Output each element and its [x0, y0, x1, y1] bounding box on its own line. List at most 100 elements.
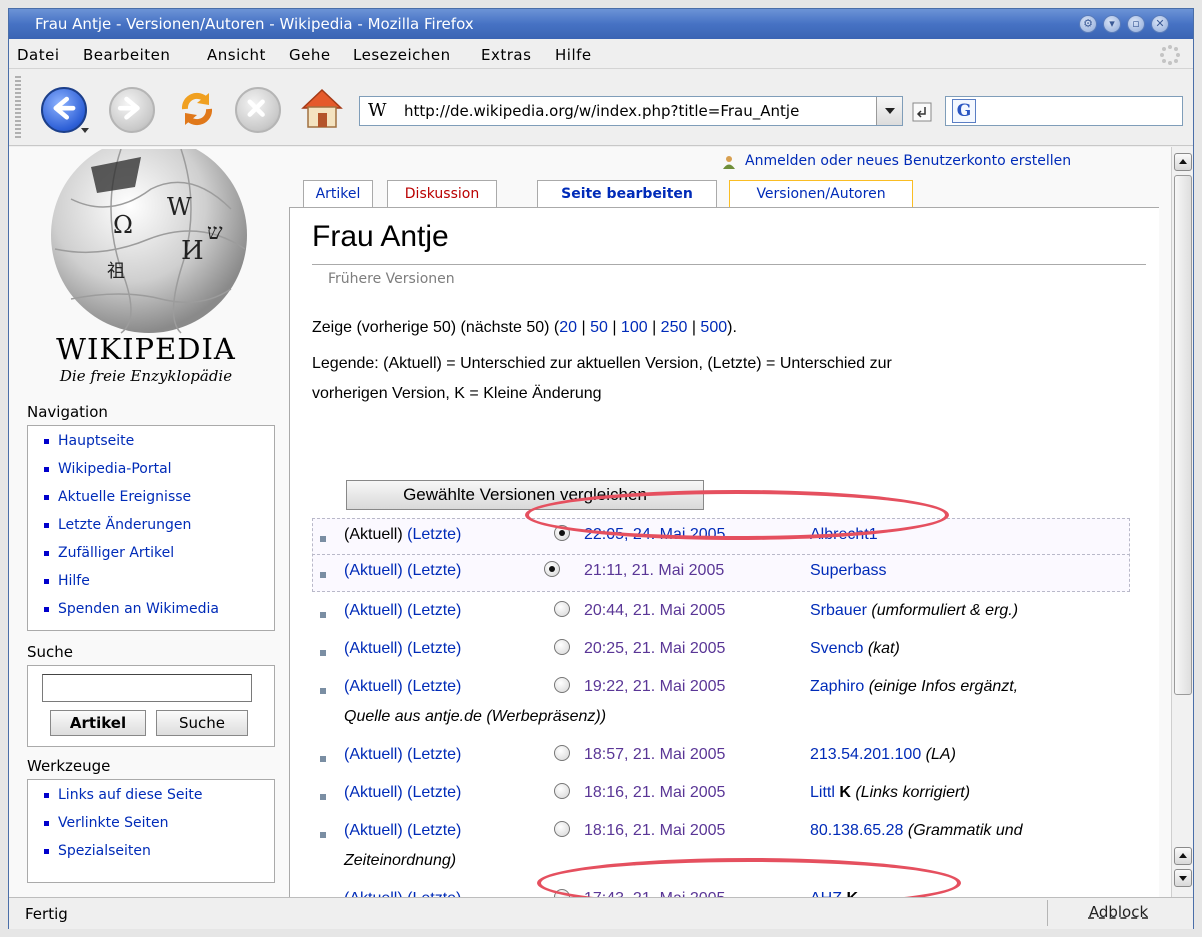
diff-letzte-link[interactable]: (Letzte) [407, 746, 461, 763]
reload-button[interactable] [173, 85, 221, 133]
menu-hilfe[interactable]: Hilfe [555, 46, 592, 64]
diff-letzte-link[interactable]: (Letzte) [407, 822, 461, 839]
menu-gehe[interactable]: Gehe [289, 46, 331, 64]
user-link[interactable]: Svencb [810, 640, 863, 657]
scroll-up-button[interactable] [1174, 153, 1192, 171]
diff-aktuell-link[interactable]: (Aktuell) [344, 562, 403, 579]
navigation-box: Hauptseite Wikipedia-Portal Aktuelle Ere… [27, 425, 275, 631]
version-radio[interactable] [544, 561, 560, 577]
diff-letzte-link[interactable]: (Letzte) [407, 640, 461, 657]
stop-button[interactable] [235, 87, 281, 133]
user-link[interactable]: Littl [810, 784, 835, 801]
tab-versionen-autoren[interactable]: Versionen/Autoren [729, 180, 913, 208]
version-date-link[interactable]: 20:25, 21. Mai 2005 [584, 640, 725, 658]
scroll-up-button-lower[interactable] [1174, 847, 1192, 865]
tab-seite-bearbeiten[interactable]: Seite bearbeiten [537, 180, 717, 208]
nav-item-spenden[interactable]: Spenden an Wikimedia [44, 598, 274, 626]
version-radio[interactable] [554, 601, 570, 617]
edit-comment: (umformuliert & erg.) [871, 602, 1019, 619]
go-icon[interactable] [910, 100, 934, 124]
wikipedia-logo[interactable]: Ω W И 祖 ש WIKIPEDIA Die freie Enzyklopäd… [31, 149, 261, 397]
diff-aktuell-link[interactable]: (Aktuell) [344, 890, 403, 897]
minimize-icon[interactable]: ▾ [1103, 15, 1121, 33]
version-user: 213.54.201.100 (LA) [810, 746, 956, 764]
nav-item-letzte-aenderungen[interactable]: Letzte Änderungen [44, 514, 274, 542]
nav-item-hauptseite[interactable]: Hauptseite [44, 430, 274, 458]
tab-artikel[interactable]: Artikel [303, 180, 373, 208]
url-text[interactable]: http://de.wikipedia.org/w/index.php?titl… [404, 102, 870, 120]
tools-item-links-auf-diese-seite[interactable]: Links auf diese Seite [44, 784, 274, 812]
diff-letzte-link[interactable]: (Letzte) [407, 784, 461, 801]
diff-letzte-link[interactable]: (Letzte) [407, 602, 461, 619]
diff-aktuell-link[interactable]: (Aktuell) [344, 602, 403, 619]
user-link[interactable]: Zaphiro [810, 678, 864, 695]
user-link[interactable]: Superbass [810, 562, 887, 579]
diff-aktuell-link[interactable]: (Aktuell) [344, 640, 403, 657]
scroll-thumb[interactable] [1174, 175, 1192, 695]
menu-extras[interactable]: Extras [481, 46, 531, 64]
vertical-scrollbar[interactable] [1171, 147, 1193, 897]
user-link[interactable]: 80.138.65.28 [810, 822, 903, 839]
version-date-link[interactable]: 19:22, 21. Mai 2005 [584, 678, 725, 696]
paging-link-20[interactable]: 20 [559, 319, 577, 336]
nav-item-wikipedia-portal[interactable]: Wikipedia-Portal [44, 458, 274, 486]
search-button[interactable]: Suche [156, 710, 248, 736]
diff-letzte-link[interactable]: (Letzte) [407, 526, 461, 543]
diff-aktuell-link[interactable]: (Aktuell) [344, 678, 403, 695]
diff-aktuell-link[interactable]: (Aktuell) [344, 746, 403, 763]
diff-aktuell-link[interactable]: (Aktuell) [344, 784, 403, 801]
window-menu-icon[interactable]: ⚙ [1079, 15, 1097, 33]
version-date-link[interactable]: 21:11, 21. Mai 2005 [584, 562, 724, 580]
close-icon[interactable]: ✕ [1151, 15, 1169, 33]
user-link[interactable]: 213.54.201.100 [810, 746, 921, 763]
login-link[interactable]: Anmelden oder neues Benutzerkonto erstel… [745, 153, 1071, 169]
version-radio[interactable] [554, 639, 570, 655]
menu-bearbeiten[interactable]: Bearbeiten [83, 46, 170, 64]
version-date-link[interactable]: 18:16, 21. Mai 2005 [584, 784, 725, 802]
title-bar: Frau Antje - Versionen/Autoren - Wikiped… [9, 9, 1193, 39]
search-input[interactable] [42, 674, 252, 702]
svg-text:ש: ש [207, 220, 223, 245]
version-radio[interactable] [554, 745, 570, 761]
menu-lesezeichen[interactable]: Lesezeichen [353, 46, 451, 64]
tools-item-verlinkte-seiten[interactable]: Verlinkte Seiten [44, 812, 274, 840]
tab-diskussion[interactable]: Diskussion [387, 180, 497, 208]
maximize-icon[interactable]: ▫ [1127, 15, 1145, 33]
version-date-link[interactable]: 20:44, 21. Mai 2005 [584, 602, 725, 620]
back-arrow-icon [53, 96, 76, 120]
version-radio[interactable] [554, 677, 570, 693]
search-bar[interactable]: G [945, 96, 1183, 126]
paging-link-500[interactable]: 500 [700, 319, 727, 336]
url-bar[interactable]: W http://de.wikipedia.org/w/index.php?ti… [359, 96, 903, 126]
url-dropdown-button[interactable] [876, 97, 902, 125]
adblock-button[interactable]: Adblock [1047, 900, 1189, 926]
version-date-link[interactable]: 18:57, 21. Mai 2005 [584, 746, 725, 764]
version-radio[interactable] [554, 783, 570, 799]
menu-ansicht[interactable]: Ansicht [207, 46, 266, 64]
search-article-button[interactable]: Artikel [50, 710, 146, 736]
diff-letzte-link[interactable]: (Letzte) [407, 678, 461, 695]
version-radio[interactable] [554, 821, 570, 837]
back-history-dropdown-icon[interactable] [81, 128, 89, 133]
paging-link-50[interactable]: 50 [590, 319, 608, 336]
forward-button[interactable] [109, 87, 155, 133]
version-date-link[interactable]: 18:16, 21. Mai 2005 [584, 822, 725, 840]
nav-item-aktuelle-ereignisse[interactable]: Aktuelle Ereignisse [44, 486, 274, 514]
tools-item-spezialseiten[interactable]: Spezialseiten [44, 840, 274, 868]
nav-item-hilfe[interactable]: Hilfe [44, 570, 274, 598]
diff-aktuell-link[interactable]: (Aktuell) [344, 822, 403, 839]
nav-item-zufaelliger-artikel[interactable]: Zufälliger Artikel [44, 542, 274, 570]
user-icon [723, 156, 735, 169]
paging-link-100[interactable]: 100 [621, 319, 648, 336]
diff-letzte-link[interactable]: (Letzte) [407, 890, 461, 897]
home-button[interactable] [297, 84, 347, 134]
diff-letzte-link[interactable]: (Letzte) [407, 562, 461, 579]
scroll-down-button[interactable] [1174, 869, 1192, 887]
user-link[interactable]: Srbauer [810, 602, 867, 619]
back-button[interactable] [41, 87, 87, 133]
google-engine-icon[interactable]: G [952, 99, 976, 123]
menu-datei[interactable]: Datei [17, 46, 60, 64]
toolbar-grip[interactable] [15, 76, 21, 140]
version-user: Superbass [810, 562, 887, 580]
paging-link-250[interactable]: 250 [661, 319, 688, 336]
